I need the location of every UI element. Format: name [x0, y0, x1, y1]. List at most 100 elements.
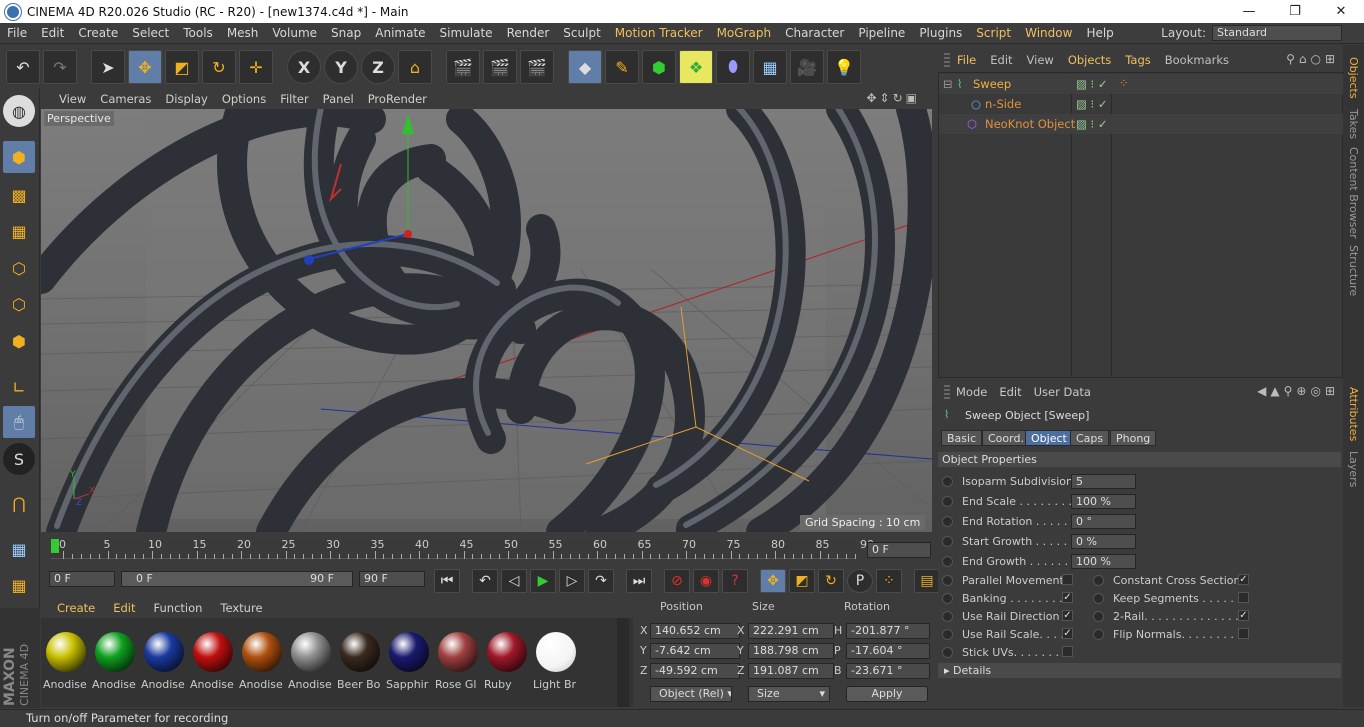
- param-value-field[interactable]: 0 %: [1071, 534, 1136, 549]
- previous-frame-icon[interactable]: ◁: [501, 569, 527, 593]
- menu-sculpt[interactable]: Sculpt: [556, 26, 607, 40]
- viewport-menu-view[interactable]: View: [41, 92, 93, 106]
- material-scrollbar[interactable]: [617, 618, 629, 707]
- points-mode-icon[interactable]: ⬡: [3, 252, 35, 284]
- move-tool-icon[interactable]: ✥: [128, 50, 162, 84]
- object-menu-file[interactable]: File: [950, 53, 983, 67]
- material-swatch[interactable]: Sapphir: [386, 632, 433, 691]
- param-value-field[interactable]: 100 %: [1071, 494, 1136, 509]
- current-frame-field[interactable]: 0 F: [867, 542, 931, 558]
- end-frame-field[interactable]: 90 F: [359, 571, 425, 587]
- pen-spline-icon[interactable]: ✎: [605, 50, 639, 84]
- position-field[interactable]: -49.592 cm: [650, 663, 740, 679]
- key-position-icon[interactable]: ✥: [760, 569, 786, 593]
- object-row-neoknot[interactable]: ⬡ NeoKnot Object ▨ ⁝ ✓: [939, 114, 1343, 134]
- subdivision-icon[interactable]: ⬢: [642, 50, 676, 84]
- keyframe-selection-icon[interactable]: ?: [722, 569, 748, 593]
- menu-edit[interactable]: Edit: [34, 26, 71, 40]
- cloner-icon[interactable]: ❖: [679, 50, 713, 84]
- material-menu-edit[interactable]: Edit: [104, 601, 144, 615]
- size-mode-dropdown[interactable]: Size ▾: [748, 686, 830, 702]
- menu-character[interactable]: Character: [778, 26, 851, 40]
- autokey-icon[interactable]: ◉: [693, 569, 719, 593]
- viewport-nav-icons[interactable]: ✥⇕↻▣: [866, 91, 920, 105]
- size-field[interactable]: 191.087 cm: [748, 663, 834, 679]
- param-checkbox[interactable]: [1238, 592, 1249, 603]
- next-frame-icon[interactable]: ▷: [559, 569, 585, 593]
- side-tab-structure[interactable]: Structure: [1347, 245, 1360, 296]
- start-frame-field[interactable]: 0 F: [49, 571, 115, 587]
- viewport-menu-display[interactable]: Display: [158, 92, 214, 106]
- play-icon[interactable]: ▶: [530, 569, 556, 593]
- grid-snap-icon[interactable]: ▦: [3, 533, 35, 565]
- material-menu-function[interactable]: Function: [145, 601, 212, 615]
- solo-mode-icon[interactable]: S: [3, 443, 35, 475]
- viewport-menu-prorender[interactable]: ProRender: [361, 92, 434, 106]
- menu-pipeline[interactable]: Pipeline: [851, 26, 912, 40]
- apply-button[interactable]: Apply: [846, 686, 928, 702]
- material-swatch[interactable]: Anodise: [190, 632, 237, 691]
- edges-mode-icon[interactable]: ⬡: [3, 288, 35, 320]
- go-to-end-icon[interactable]: ⏭: [626, 569, 652, 593]
- param-animate-radio-icon[interactable]: [942, 555, 953, 567]
- object-manager-search-icons[interactable]: ⚲⌂○⊞: [1286, 52, 1339, 66]
- material-swatch[interactable]: Anodise: [43, 632, 90, 691]
- param-animate-radio-icon[interactable]: [942, 628, 953, 640]
- light-icon[interactable]: 💡: [827, 50, 861, 84]
- redo-icon[interactable]: ↷: [43, 50, 77, 84]
- record-keys-icon[interactable]: ⊘: [664, 569, 690, 593]
- x-axis-icon[interactable]: X: [287, 50, 321, 84]
- workplane-icon[interactable]: ◍: [3, 95, 35, 127]
- rotation-field[interactable]: -23.671 °: [846, 663, 930, 679]
- param-animate-radio-icon[interactable]: [1093, 592, 1104, 604]
- param-animate-radio-icon[interactable]: [942, 535, 953, 547]
- side-tab-takes[interactable]: Takes: [1347, 109, 1360, 139]
- visibility-dots-icon[interactable]: ▨ ⁝ ✓: [1076, 97, 1107, 111]
- go-to-start-icon[interactable]: ⏮: [434, 569, 460, 593]
- next-key-icon[interactable]: ↷: [588, 569, 614, 593]
- menu-animate[interactable]: Animate: [368, 26, 432, 40]
- render-view-icon[interactable]: 🎬: [446, 50, 480, 84]
- param-animate-radio-icon[interactable]: [942, 495, 953, 507]
- quantize-icon[interactable]: ▦: [3, 569, 35, 601]
- axis-mode-icon[interactable]: ∟: [3, 371, 35, 403]
- menu-motion-tracker[interactable]: Motion Tracker: [608, 26, 710, 40]
- size-field[interactable]: 222.291 cm: [748, 623, 834, 639]
- side-tab-layers[interactable]: Layers: [1347, 451, 1360, 487]
- workplane-mode-icon[interactable]: ▦: [3, 215, 35, 247]
- param-checkbox[interactable]: ✓: [1238, 574, 1249, 585]
- 3d-viewport[interactable]: Y X Z: [41, 109, 932, 532]
- tweak-mode-icon[interactable]: 🖱: [3, 406, 35, 438]
- material-swatch[interactable]: Light Br: [533, 632, 580, 691]
- param-animate-radio-icon[interactable]: [942, 592, 953, 604]
- menu-render[interactable]: Render: [500, 26, 557, 40]
- menu-tools[interactable]: Tools: [176, 26, 220, 40]
- param-checkbox[interactable]: [1238, 628, 1249, 639]
- menu-create[interactable]: Create: [71, 26, 125, 40]
- material-swatch[interactable]: Ruby: [484, 632, 531, 691]
- camera-icon[interactable]: 🎥: [790, 50, 824, 84]
- details-section[interactable]: ▸ Details: [938, 663, 1341, 678]
- visibility-dots-icon[interactable]: ▨ ⁝ ✓: [1076, 77, 1107, 91]
- timeline-window-icon[interactable]: ▤: [914, 569, 940, 593]
- transform-tool-icon[interactable]: ✛: [239, 50, 273, 84]
- coordinate-mode-dropdown[interactable]: Object (Rel) ▾: [650, 686, 732, 702]
- menu-help[interactable]: Help: [1079, 26, 1120, 40]
- material-swatch[interactable]: Anodise: [92, 632, 139, 691]
- param-animate-radio-icon[interactable]: [942, 515, 953, 527]
- position-field[interactable]: 140.652 cm: [650, 623, 740, 639]
- frame-range-slider[interactable]: 0 F 90 F: [121, 571, 353, 587]
- param-checkbox[interactable]: ✓: [1238, 610, 1249, 621]
- size-field[interactable]: 188.798 cm: [748, 643, 834, 659]
- menu-plugins[interactable]: Plugins: [912, 26, 969, 40]
- param-checkbox[interactable]: ✓: [1062, 592, 1073, 603]
- menu-script[interactable]: Script: [969, 26, 1018, 40]
- param-animate-radio-icon[interactable]: [1093, 610, 1104, 622]
- object-row-sweep[interactable]: ⊟ ⌇ Sweep ▨ ⁝ ✓ ⁘: [939, 74, 1343, 94]
- menu-simulate[interactable]: Simulate: [433, 26, 500, 40]
- object-menu-objects[interactable]: Objects: [1061, 53, 1118, 67]
- object-menu-bookmarks[interactable]: Bookmarks: [1158, 53, 1236, 67]
- render-picture-viewer-icon[interactable]: 🎬: [483, 50, 517, 84]
- param-animate-radio-icon[interactable]: [942, 646, 953, 658]
- menu-snap[interactable]: Snap: [324, 26, 368, 40]
